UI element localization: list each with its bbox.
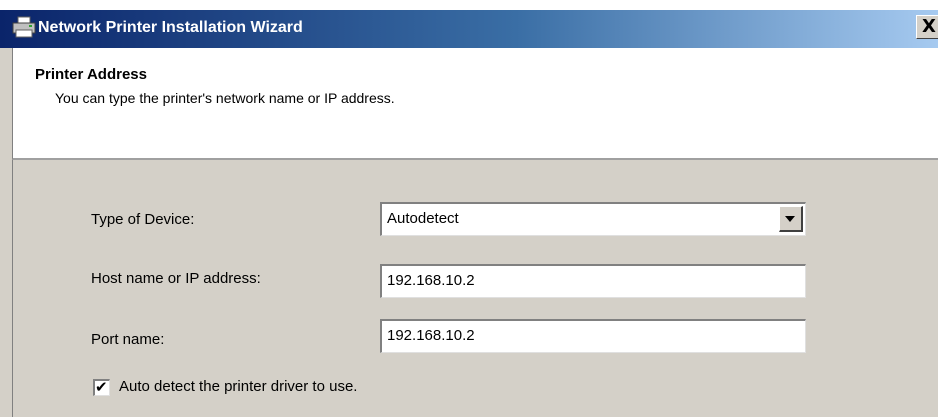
title-bar-top-edge [0,0,938,10]
host-value: 192.168.10.2 [387,272,475,289]
device-type-label: Type of Device: [91,211,195,228]
host-input[interactable]: 192.168.10.2 [380,264,806,298]
auto-detect-checkbox[interactable]: ✔ [93,378,110,396]
page-title: Printer Address [35,66,147,83]
port-value: 192.168.10.2 [387,327,475,344]
close-icon: X [922,16,936,37]
wizard-header: Printer Address You can type the printer… [12,48,938,160]
check-icon: ✔ [95,378,108,396]
title-bar[interactable]: Network Printer Installation Wizard X [0,0,938,48]
device-type-dropdown[interactable]: Autodetect [380,202,806,236]
wizard-body: Type of Device: Autodetect Host name or … [12,160,938,417]
auto-detect-label[interactable]: Auto detect the printer driver to use. [119,378,357,395]
printer-icon [12,16,36,38]
host-label: Host name or IP address: [91,270,261,287]
device-type-value: Autodetect [387,210,459,227]
window-title: Network Printer Installation Wizard [38,19,303,36]
port-label: Port name: [91,331,165,348]
chevron-down-icon [785,216,795,222]
close-button[interactable]: X [916,15,938,39]
page-subtitle: You can type the printer's network name … [55,90,395,106]
port-input[interactable]: 192.168.10.2 [380,319,806,353]
dropdown-arrow-button[interactable] [779,206,803,232]
